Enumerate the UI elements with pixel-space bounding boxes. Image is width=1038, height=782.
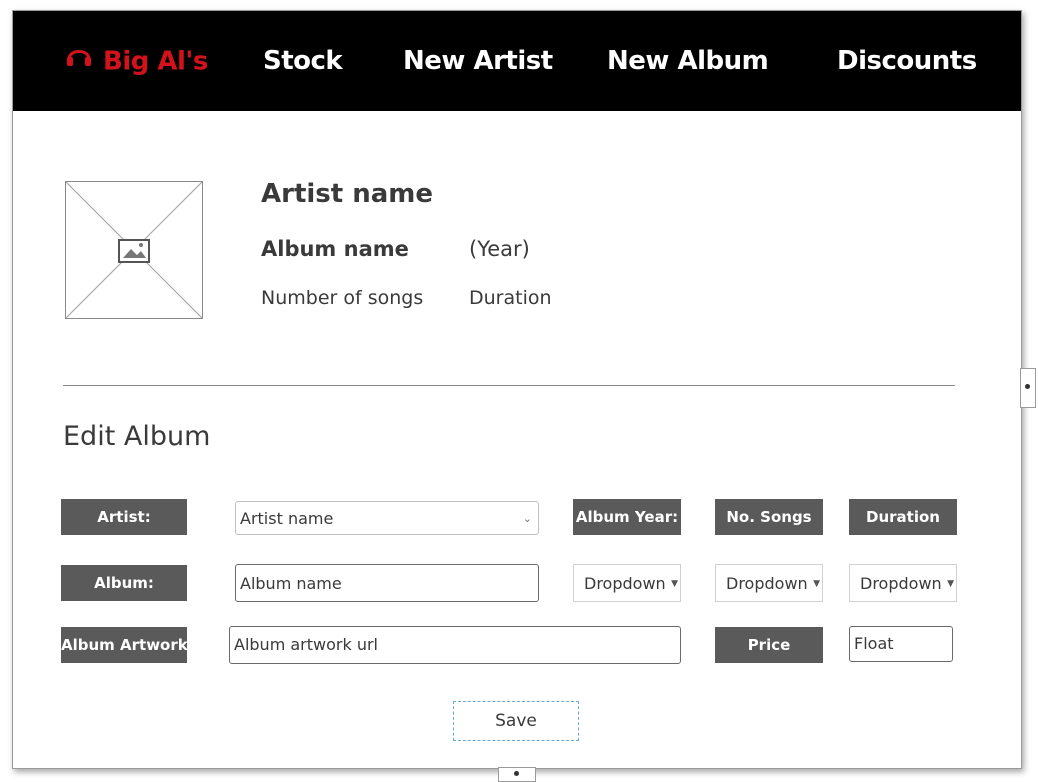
nav-item-new-artist[interactable]: New Artist [403,41,553,81]
nav-item-new-album[interactable]: New Album [607,41,769,81]
caret-down-icon: ▼ [947,579,954,589]
album-name-text: Album name [261,237,409,261]
app-window: Big Al's Stock New Artist New Album Disc… [12,10,1022,769]
duration-dropdown-value: Dropdown [860,574,942,593]
duration-label: Duration [849,499,957,535]
no-songs-dropdown[interactable]: Dropdown ▼ [715,564,823,602]
resize-handle-right[interactable] [1020,368,1036,408]
section-divider [63,385,955,386]
album-artwork-label: Album Artwork [61,627,187,663]
no-songs-label: No. Songs [715,499,823,535]
album-artwork-url-input[interactable]: Album artwork url [229,626,681,664]
top-navbar: Big Al's Stock New Artist New Album Disc… [13,11,1021,111]
headphones-icon [65,42,93,82]
price-input[interactable]: Float [849,626,953,662]
artist-select[interactable]: Artist name ⌄ [235,501,539,535]
artist-select-value: Artist name [240,509,334,528]
brand-name: Big Al's [103,46,208,77]
image-placeholder-icon [118,239,150,263]
save-button[interactable]: Save [453,701,579,741]
duration-dropdown[interactable]: Dropdown ▼ [849,564,957,602]
album-year-text: (Year) [469,237,530,261]
song-count-text: Number of songs [261,287,424,309]
chevron-down-icon: ⌄ [522,512,532,525]
album-year-label: Album Year: [573,499,681,535]
caret-down-icon: ▼ [813,579,820,589]
album-year-dropdown-value: Dropdown [584,574,666,593]
album-artwork-placeholder [65,181,203,319]
artist-name-heading: Artist name [261,179,434,209]
nav-item-discounts[interactable]: Discounts [837,41,977,81]
album-name-input[interactable]: Album name [235,564,539,602]
brand-link[interactable]: Big Al's [65,41,208,81]
album-label: Album: [61,565,187,601]
caret-down-icon: ▼ [671,579,678,589]
price-label: Price [715,627,823,663]
duration-text: Duration [469,287,552,309]
edit-album-heading: Edit Album [63,421,211,452]
album-year-dropdown[interactable]: Dropdown ▼ [573,564,681,602]
artist-label: Artist: [61,499,187,535]
nav-item-stock[interactable]: Stock [263,41,343,81]
resize-handle-bottom[interactable] [498,767,536,782]
no-songs-dropdown-value: Dropdown [726,574,808,593]
